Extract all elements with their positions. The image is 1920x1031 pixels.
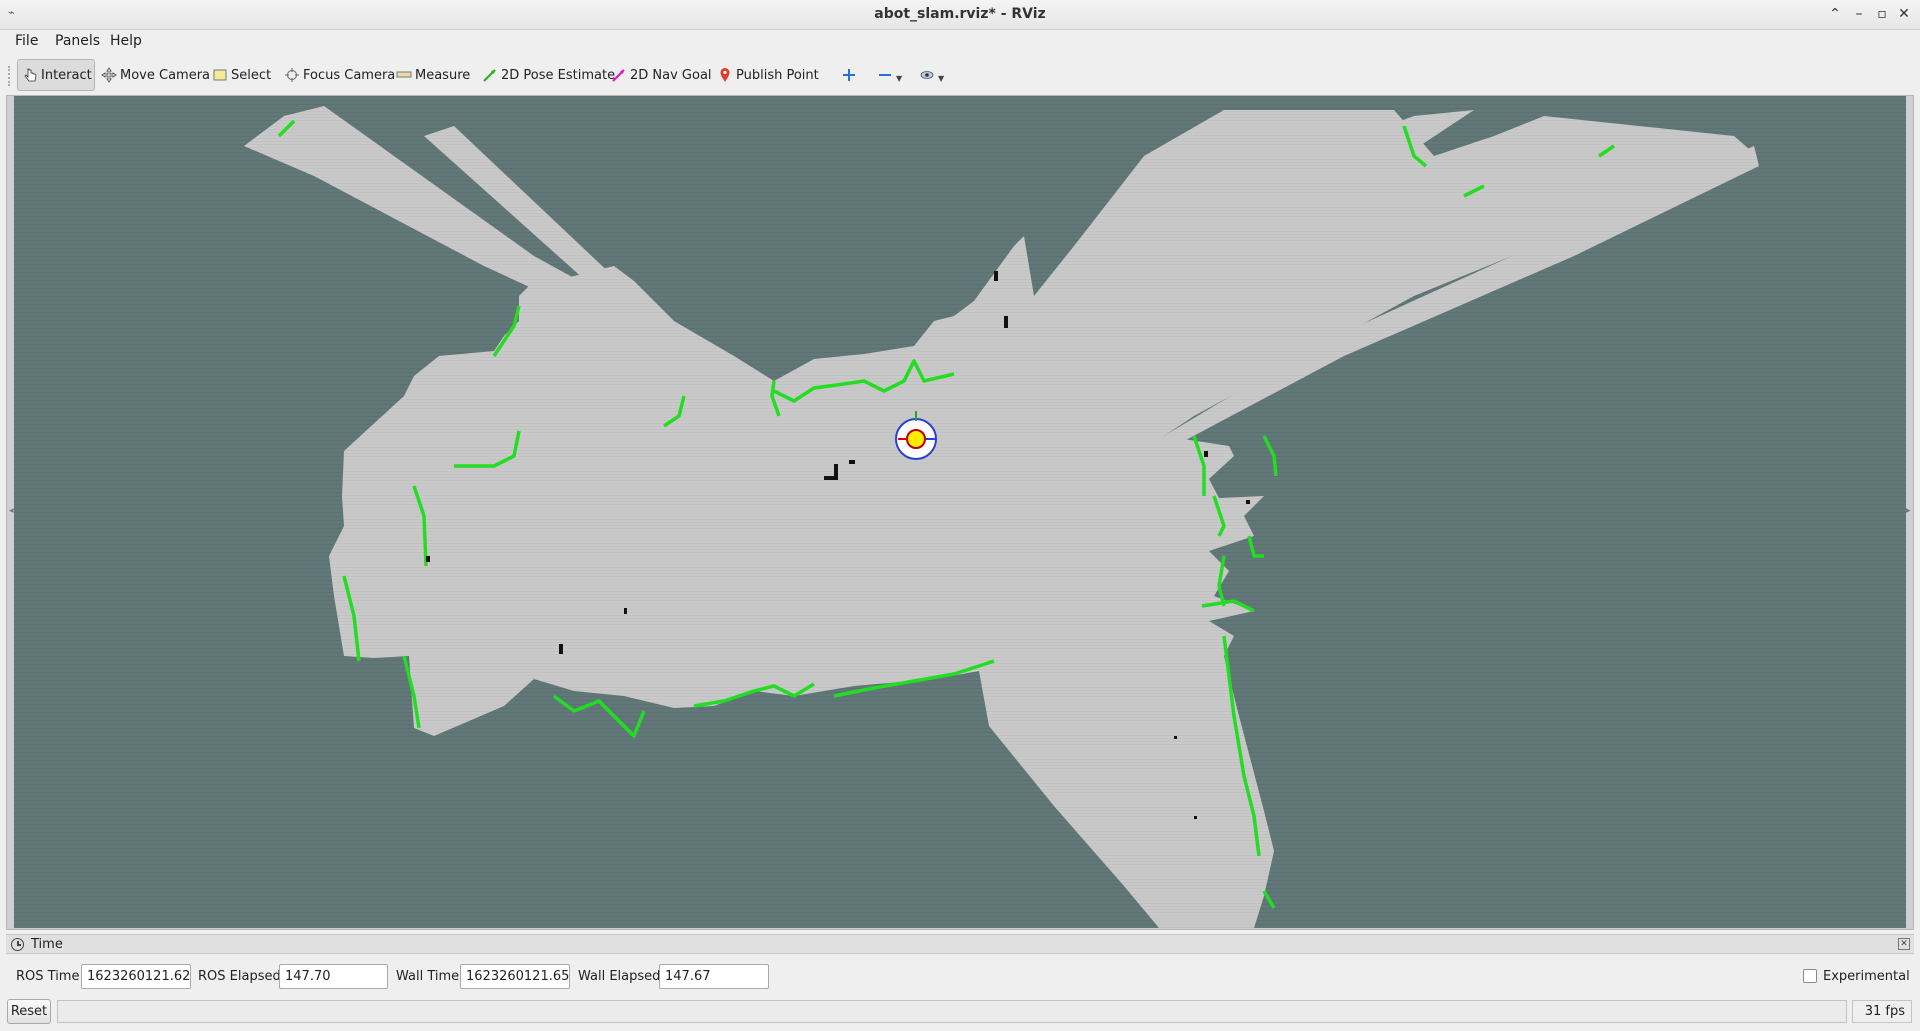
measure-tool-button[interactable]: Measure: [391, 59, 475, 91]
time-panel-title: Time: [31, 937, 63, 952]
chevron-down-icon: ▼: [938, 73, 945, 83]
focus-camera-tool-button[interactable]: Focus Camera: [279, 59, 400, 91]
experimental-checkbox[interactable]: [1803, 969, 1817, 983]
toolbar-grip[interactable]: [8, 66, 12, 86]
wall-elapsed-field[interactable]: 147.67: [659, 964, 769, 989]
wall-time-label: Wall Time:: [396, 969, 464, 984]
experimental-label: Experimental: [1823, 969, 1910, 984]
chevron-down-icon: ▼: [896, 73, 903, 83]
move-arrows-icon: [101, 67, 117, 83]
pose-estimate-tool-button[interactable]: 2D Pose Estimate: [477, 59, 620, 91]
menu-panels[interactable]: Panels: [55, 33, 100, 49]
publish-point-label: Publish Point: [736, 67, 819, 83]
interact-label: Interact: [41, 67, 92, 83]
magenta-arrow-icon: [611, 67, 627, 83]
status-bar: [57, 1000, 1847, 1023]
menu-file[interactable]: File: [15, 33, 38, 49]
pose-estimate-label: 2D Pose Estimate: [501, 67, 616, 83]
ros-time-label: ROS Time:: [16, 969, 84, 984]
clock-icon: [11, 938, 24, 951]
publish-point-tool-button[interactable]: Publish Point: [712, 59, 824, 91]
window-title: abot_slam.rviz* - RViz: [874, 6, 1046, 22]
map-viewport[interactable]: [14, 96, 1906, 928]
camera-type-button[interactable]: ▼: [914, 59, 948, 91]
select-box-icon: [212, 67, 228, 83]
focus-crosshair-icon: [284, 67, 300, 83]
minimize-icon[interactable]: –: [1849, 4, 1869, 24]
chevron-up-icon[interactable]: ⌃: [1825, 4, 1845, 24]
measure-label: Measure: [415, 67, 471, 83]
right-collapse-icon[interactable]: ▸: [1906, 506, 1911, 516]
wall-time-field[interactable]: 1623260121.65: [460, 964, 570, 989]
left-collapse-icon[interactable]: ◂: [9, 506, 14, 516]
menu-bar: File Panels Help: [0, 30, 1920, 54]
maximize-icon[interactable]: ▫: [1872, 4, 1892, 24]
occupancy-grid-map: [14, 96, 1906, 928]
remove-tool-button[interactable]: ▼: [872, 59, 906, 91]
menu-help[interactable]: Help: [110, 33, 142, 49]
plus-icon: [841, 67, 857, 83]
hand-cursor-icon: [22, 67, 38, 83]
move-camera-tool-button[interactable]: Move Camera: [96, 59, 215, 91]
nav-goal-label: 2D Nav Goal: [630, 67, 712, 83]
ros-time-field[interactable]: 1623260121.62: [81, 964, 191, 989]
focus-camera-label: Focus Camera: [303, 67, 396, 83]
minus-icon: [877, 67, 893, 83]
select-label: Select: [231, 67, 272, 83]
close-icon[interactable]: ✕: [1898, 938, 1910, 950]
time-panel-header: Time ✕: [6, 934, 1914, 954]
nav-goal-tool-button[interactable]: 2D Nav Goal: [606, 59, 717, 91]
move-camera-label: Move Camera: [120, 67, 211, 83]
view-eye-icon: [919, 67, 935, 83]
map-pin-icon: [717, 67, 733, 83]
select-tool-button[interactable]: Select: [207, 59, 276, 91]
wall-elapsed-label: Wall Elapsed:: [578, 969, 665, 984]
add-tool-button[interactable]: [836, 59, 862, 91]
interact-tool-button[interactable]: Interact: [17, 59, 95, 91]
toolbar: Interact Move Camera Select Focus Camera…: [0, 56, 1920, 96]
green-arrow-icon: [482, 67, 498, 83]
fps-counter: 31 fps: [1852, 1000, 1912, 1023]
close-icon[interactable]: ✕: [1894, 4, 1914, 24]
ros-elapsed-field[interactable]: 147.70: [279, 964, 388, 989]
ros-elapsed-label: ROS Elapsed:: [198, 969, 286, 984]
reset-button[interactable]: Reset: [7, 999, 51, 1024]
title-bar: ⌁ abot_slam.rviz* - RViz ⌃ – ▫ ✕: [0, 0, 1920, 30]
ruler-icon: [396, 67, 412, 83]
